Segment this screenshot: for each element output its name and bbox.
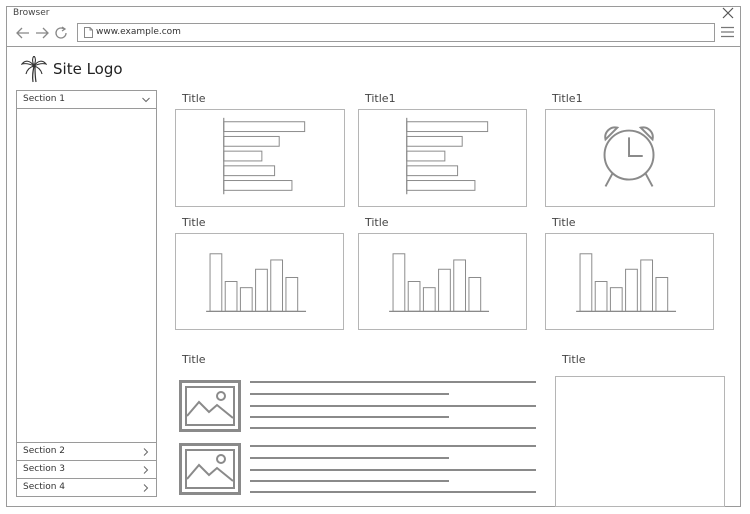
vbar-card-2[interactable] bbox=[358, 233, 527, 330]
url-text: www.example.com bbox=[96, 27, 181, 37]
image-placeholder-icon[interactable] bbox=[179, 443, 241, 495]
hamburger-menu-icon[interactable] bbox=[721, 26, 734, 38]
chart-bar bbox=[223, 165, 276, 177]
vertical-bar-chart bbox=[206, 253, 307, 312]
arrow-right-icon[interactable] bbox=[34, 25, 50, 41]
chart-bar bbox=[223, 180, 293, 191]
sidebar-item-section-1[interactable]: Section 1 bbox=[17, 91, 156, 109]
chart-bar bbox=[270, 259, 284, 312]
chart-bar bbox=[406, 180, 476, 191]
chart-bar bbox=[223, 150, 263, 162]
chevron-right-icon bbox=[142, 484, 150, 492]
address-bar[interactable]: www.example.com bbox=[77, 23, 715, 42]
alarm-clock-icon bbox=[603, 126, 655, 187]
side-panel-box[interactable] bbox=[555, 376, 725, 507]
chart-bar bbox=[655, 276, 669, 312]
sidebar-item-label: Section 3 bbox=[23, 464, 66, 474]
chevron-down-icon bbox=[142, 96, 150, 104]
side-panel-title: Title bbox=[562, 353, 586, 366]
vertical-bar-chart bbox=[576, 253, 677, 312]
chart-bar bbox=[438, 268, 451, 312]
chart-bar bbox=[453, 259, 467, 312]
chart-bar bbox=[406, 165, 459, 177]
sidebar-item-label: Section 1 bbox=[23, 94, 66, 104]
sidebar-item-section-3[interactable]: Section 3 bbox=[17, 460, 156, 478]
vertical-bar-chart bbox=[389, 253, 490, 312]
sidebar-item-label: Section 4 bbox=[23, 482, 66, 492]
chart-bar bbox=[223, 121, 306, 133]
sidebar-item-label: Section 2 bbox=[23, 446, 66, 456]
card-title: Title1 bbox=[552, 92, 583, 105]
list-panel-title: Title bbox=[182, 353, 206, 366]
palm-tree-icon[interactable] bbox=[21, 56, 47, 83]
hbar-card-1[interactable] bbox=[175, 109, 345, 207]
card-title: Title bbox=[552, 216, 576, 229]
card-title: Title bbox=[182, 92, 206, 105]
text-lines bbox=[250, 445, 536, 493]
arrow-left-icon[interactable] bbox=[15, 25, 31, 41]
chart-bar bbox=[392, 253, 406, 312]
chart-bar bbox=[406, 150, 446, 162]
card-title: Title1 bbox=[365, 92, 396, 105]
hbar-card-2[interactable] bbox=[358, 109, 527, 207]
chart-bar bbox=[209, 253, 223, 312]
close-icon[interactable] bbox=[722, 7, 734, 19]
sidebar-item-section-4[interactable]: Section 4 bbox=[17, 478, 156, 496]
chart-bar bbox=[609, 287, 623, 312]
chart-bar bbox=[239, 287, 253, 312]
chart-bar bbox=[407, 281, 421, 312]
chart-bar bbox=[594, 281, 608, 312]
clock-card[interactable] bbox=[545, 109, 715, 207]
divider bbox=[7, 46, 740, 47]
chart-bar bbox=[422, 287, 436, 312]
browser-title: Browser bbox=[13, 8, 50, 18]
reload-icon[interactable] bbox=[53, 25, 69, 41]
chart-bar bbox=[224, 281, 238, 312]
sidebar-item-section-2[interactable]: Section 2 bbox=[17, 442, 156, 460]
card-title: Title bbox=[182, 216, 206, 229]
chart-bar bbox=[625, 268, 638, 312]
chart-bar bbox=[285, 276, 299, 312]
chart-bar bbox=[579, 253, 593, 312]
horizontal-bar-chart bbox=[223, 117, 306, 195]
page-icon bbox=[84, 27, 93, 38]
site-logo[interactable]: Site Logo bbox=[53, 60, 123, 78]
chevron-right-icon bbox=[142, 448, 150, 456]
chart-bar bbox=[223, 135, 280, 147]
chart-bar bbox=[640, 259, 654, 312]
image-placeholder-icon[interactable] bbox=[179, 380, 241, 432]
card-title: Title bbox=[365, 216, 389, 229]
vbar-card-3[interactable] bbox=[545, 233, 714, 330]
chart-bar bbox=[406, 135, 463, 147]
horizontal-bar-chart bbox=[406, 117, 489, 195]
chart-bar bbox=[406, 121, 489, 133]
chart-bar bbox=[255, 268, 268, 312]
chart-bar bbox=[468, 276, 482, 312]
vbar-card-1[interactable] bbox=[175, 233, 344, 330]
chevron-right-icon bbox=[142, 466, 150, 474]
sidebar-accordion: Section 1 Section 2 Section 3 Section 4 bbox=[16, 90, 157, 497]
text-lines bbox=[250, 381, 536, 429]
